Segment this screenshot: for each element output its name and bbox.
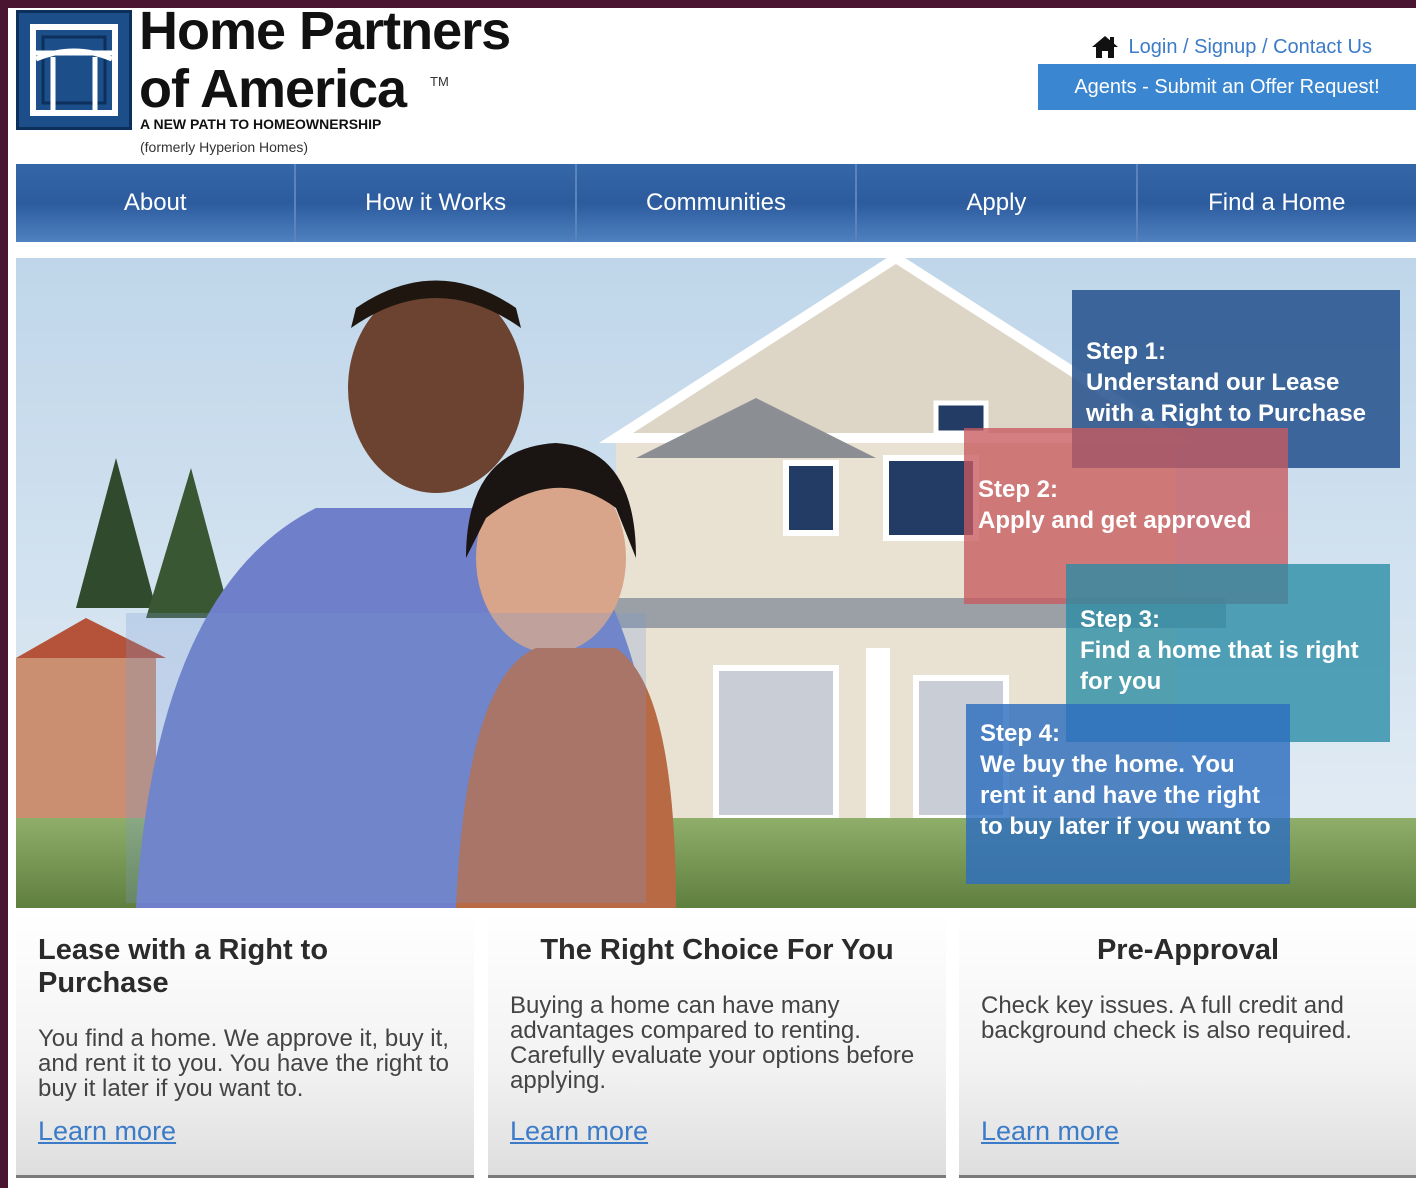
login-signup-contact-link[interactable]: Login / Signup / Contact Us bbox=[1129, 36, 1372, 59]
nav-about[interactable]: About bbox=[16, 164, 297, 242]
lease-column: Lease with a Right to Purchase You find … bbox=[16, 912, 474, 1178]
right-choice-column: The Right Choice For You Buying a home c… bbox=[488, 912, 946, 1178]
nav-find-a-home[interactable]: Find a Home bbox=[1138, 164, 1416, 242]
hero-banner: Step 1: Understand our Lease with a Righ… bbox=[16, 258, 1416, 908]
column-text: Check key issues. A full credit and back… bbox=[981, 992, 1352, 1044]
step-1-text: Understand our Lease with a Right to Pur… bbox=[1086, 369, 1367, 427]
formerly-note: (formerly Hyperion Homes) bbox=[140, 139, 309, 155]
brand-name-line2[interactable]: of America bbox=[139, 62, 407, 116]
step-4-title: Step 4: bbox=[980, 720, 1061, 747]
step-2-text: Apply and get approved bbox=[978, 507, 1252, 534]
column-text: You find a home. We approve it, buy it, … bbox=[38, 1025, 449, 1102]
column-text: Buying a home can have many advantages c… bbox=[510, 992, 915, 1094]
column-title: Pre-Approval bbox=[1096, 934, 1280, 966]
main-nav: About How it Works Communities Apply Fin… bbox=[16, 164, 1416, 242]
home-icon[interactable] bbox=[1091, 34, 1119, 60]
nav-how-it-works[interactable]: How it Works bbox=[296, 164, 577, 242]
brand-name-line1[interactable]: Home Partners bbox=[139, 8, 511, 58]
step-3-title: Step 3: bbox=[1080, 606, 1161, 633]
pre-approval-column: Pre-Approval Check key issues. A full cr… bbox=[959, 912, 1416, 1178]
step-3-text: Find a home that is right for you bbox=[1080, 637, 1359, 695]
nav-communities[interactable]: Communities bbox=[577, 164, 858, 242]
nav-apply[interactable]: Apply bbox=[857, 164, 1138, 242]
step-1-title: Step 1: bbox=[1086, 338, 1167, 365]
tagline: A NEW PATH TO HOMEOWNERSHIP bbox=[140, 116, 382, 132]
logo-icon[interactable] bbox=[16, 10, 132, 130]
top-links: Login / Signup / Contact Us bbox=[1091, 34, 1372, 60]
learn-more-link[interactable]: Learn more bbox=[981, 1116, 1119, 1147]
step-4-panel[interactable]: Step 4: We buy the home. You rent it and… bbox=[966, 704, 1290, 884]
page: Home Partners of America TM A NEW PATH T… bbox=[8, 8, 1416, 1188]
learn-more-link[interactable]: Learn more bbox=[38, 1116, 176, 1147]
column-title: The Right Choice For You bbox=[540, 934, 894, 966]
trademark: TM bbox=[430, 74, 449, 89]
learn-more-link[interactable]: Learn more bbox=[510, 1116, 648, 1147]
agents-offer-button[interactable]: Agents - Submit an Offer Request! bbox=[1038, 64, 1416, 110]
column-title: Lease with a Right to Purchase bbox=[38, 934, 329, 999]
step-2-title: Step 2: bbox=[978, 476, 1059, 503]
step-4-text: We buy the home. You rent it and have th… bbox=[980, 751, 1271, 840]
